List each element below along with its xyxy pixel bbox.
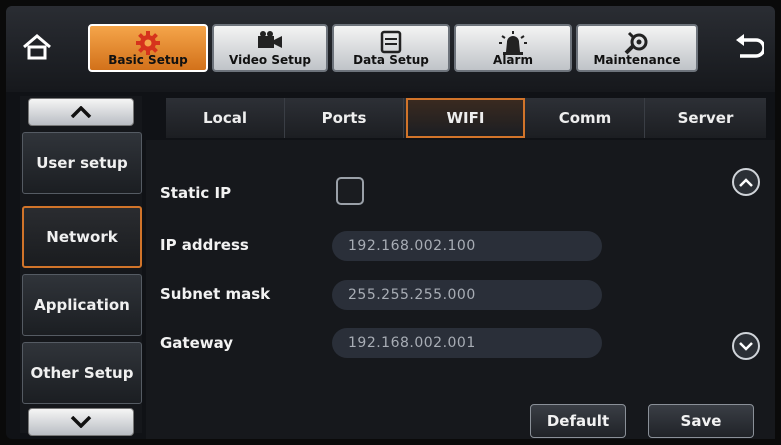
tab-wifi[interactable]: WIFI [406,98,525,138]
chevron-down-icon [70,416,92,428]
static-ip-checkbox[interactable] [336,177,364,205]
side-item-label: Other Setup [30,364,134,382]
tab-server-label: Server [677,109,734,127]
tab-comm[interactable]: Comm [526,98,645,138]
disk-icon [380,30,402,54]
side-item-label: Network [46,228,118,246]
save-button[interactable]: Save [648,404,754,438]
subnet-mask-label: Subnet mask [160,285,271,303]
gateway-label: Gateway [160,334,234,352]
tab-alarm[interactable]: Alarm [454,24,572,72]
side-scroll-up-button[interactable] [28,98,134,126]
chevron-up-icon [739,177,753,187]
default-button[interactable]: Default [530,404,626,438]
chevron-down-icon [739,341,753,351]
scroll-up-button[interactable] [732,168,760,196]
tab-local-label: Local [202,109,248,127]
side-item-application[interactable]: Application [22,274,142,336]
side-item-network[interactable]: Network [22,206,142,268]
tab-comm-label: Comm [558,109,612,127]
return-icon [736,34,764,58]
tab-local[interactable]: Local [166,98,285,138]
tab-wifi-label: WIFI [446,109,485,127]
side-scroll-down-button[interactable] [28,408,134,436]
top-bar: Basic Setup Video Setup Data Setup Alarm… [6,6,775,92]
tab-data-setup-label: Data Setup [353,53,429,67]
network-sub-tabs: Local Ports WIFI Comm Server [166,98,766,138]
tab-ports-label: Ports [321,109,367,127]
home-icon [23,34,51,60]
chevron-up-icon [70,106,92,118]
tab-basic-setup[interactable]: Basic Setup [88,24,208,72]
camera-icon [258,31,282,48]
static-ip-label: Static IP [160,184,232,202]
gateway-field[interactable]: 192.168.002.001 [332,328,602,358]
save-button-label: Save [680,412,722,430]
tab-basic-setup-label: Basic Setup [108,53,188,67]
ip-address-field[interactable]: 192.168.002.100 [332,231,602,261]
ip-address-label: IP address [160,236,249,254]
default-button-label: Default [546,412,610,430]
home-button[interactable] [14,24,60,70]
subnet-mask-field[interactable]: 255.255.255.000 [332,280,602,310]
side-item-label: User setup [36,154,128,172]
back-button[interactable] [726,24,772,70]
tab-video-setup-label: Video Setup [229,53,311,67]
tab-data-setup[interactable]: Data Setup [332,24,450,72]
tab-ports[interactable]: Ports [285,98,404,138]
side-item-user-setup[interactable]: User setup [22,132,142,194]
scroll-down-button[interactable] [732,332,760,360]
tab-maintenance[interactable]: Maintenance [576,24,698,72]
dvr-settings-screen: Basic Setup Video Setup Data Setup Alarm… [6,6,775,439]
side-item-other-setup[interactable]: Other Setup [22,342,142,404]
tab-maintenance-label: Maintenance [593,53,681,67]
side-item-label: Application [34,296,130,314]
wifi-settings-panel: Static IP IP address 192.168.002.100 Sub… [146,140,775,439]
tab-alarm-label: Alarm [493,53,533,67]
tab-server[interactable]: Server [646,98,765,138]
side-menu: User setup Network Application Other Set… [20,96,142,436]
tab-video-setup[interactable]: Video Setup [212,24,328,72]
